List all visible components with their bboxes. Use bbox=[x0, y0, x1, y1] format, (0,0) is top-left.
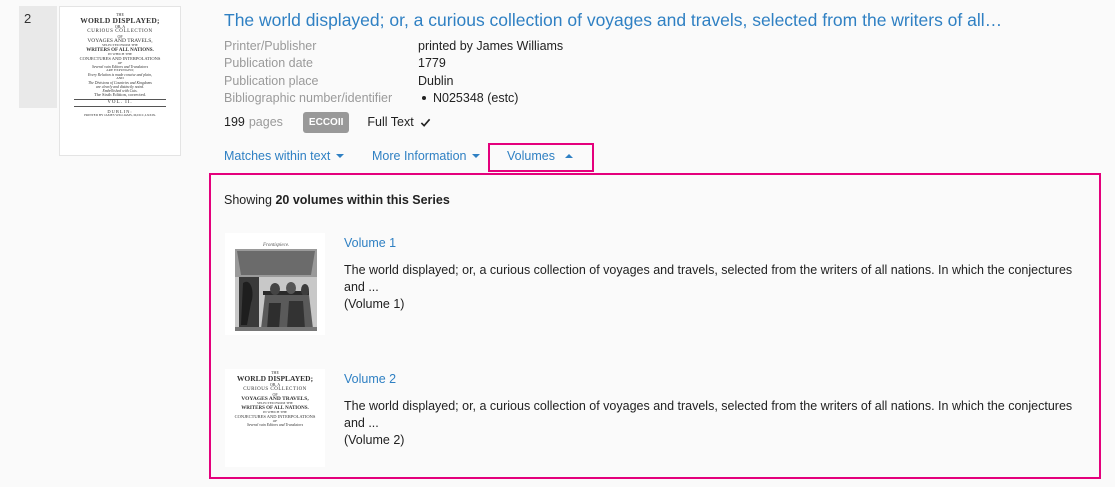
result-number: 2 bbox=[19, 6, 57, 108]
thumb-divider bbox=[74, 105, 166, 107]
thumb-line: PRINTED BY JAMES WILLIAMS, M,DCC,LXXIX. bbox=[84, 113, 156, 118]
meta-value: N025348 (estc) bbox=[418, 91, 518, 105]
volume-1-thumbnail[interactable]: Frontispiece. bbox=[225, 233, 325, 335]
checkmark-icon bbox=[420, 118, 430, 127]
tab-matches-within-text[interactable]: Matches within text bbox=[224, 146, 345, 166]
tab-more-information[interactable]: More Information bbox=[372, 146, 481, 166]
volume-2-thumbnail[interactable]: THE WORLD DISPLAYED; OR, A CURIOUS COLLE… bbox=[225, 369, 325, 467]
volume-2-description: The world displayed; or, a curious colle… bbox=[344, 398, 1094, 449]
result-thumbnail[interactable]: THE WORLD DISPLAYED; OR, A CURIOUS COLLE… bbox=[59, 6, 181, 156]
volume-subtitle: (Volume 1) bbox=[344, 297, 405, 311]
result-tabs: Matches within text More Information Vol… bbox=[0, 143, 1115, 174]
tab-label: Volumes bbox=[507, 149, 555, 163]
frontispiece-caption: Frontispiece. bbox=[262, 243, 289, 248]
meta-value: printed by James Williams bbox=[418, 38, 564, 53]
frontispiece-image: Frontispiece. bbox=[225, 233, 325, 335]
volume-description-text: The world displayed; or, a curious colle… bbox=[344, 263, 1073, 294]
caret-down-icon bbox=[472, 154, 481, 158]
meta-value: 1779 bbox=[418, 56, 446, 71]
caret-down-icon bbox=[336, 154, 345, 158]
result-title-link[interactable]: The world displayed; or, a curious colle… bbox=[224, 10, 1002, 31]
volume-2-link[interactable]: Volume 2 bbox=[344, 372, 396, 386]
stats-row: 199 pages ECCOII Full Text bbox=[224, 111, 431, 133]
tab-volumes[interactable]: Volumes bbox=[507, 146, 573, 166]
page-count: 199 bbox=[224, 115, 245, 129]
full-text-label: Full Text bbox=[367, 115, 414, 129]
meta-value: Dublin bbox=[418, 73, 454, 88]
volumes-count-text: Showing 20 volumes within this Series bbox=[224, 193, 450, 207]
volumes-panel: Showing 20 volumes within this Series Fr… bbox=[209, 173, 1101, 479]
volume-subtitle: (Volume 2) bbox=[344, 433, 405, 447]
showing-prefix: Showing bbox=[224, 193, 272, 207]
meta-label: Printer/Publisher bbox=[224, 38, 317, 53]
identifier-text: N025348 (estc) bbox=[433, 91, 519, 106]
caret-up-icon bbox=[564, 154, 573, 158]
meta-row-identifier: Bibliographic number/identifier N025348 … bbox=[224, 90, 563, 108]
meta-label: Bibliographic number/identifier bbox=[224, 91, 393, 106]
volume-description-text: The world displayed; or, a curious colle… bbox=[344, 399, 1073, 430]
meta-label: Publication date bbox=[224, 56, 313, 71]
metadata-list: Printer/Publisher printed by James Willi… bbox=[224, 37, 563, 107]
result-number-text: 2 bbox=[24, 11, 32, 26]
tab-label: More Information bbox=[372, 149, 467, 163]
volume-1-description: The world displayed; or, a curious colle… bbox=[344, 262, 1094, 313]
meta-row-date: Publication date 1779 bbox=[224, 55, 563, 73]
thumb-line: The Sixth Edition, corrected. bbox=[93, 91, 147, 97]
meta-label: Publication place bbox=[224, 73, 319, 88]
volume-1-link[interactable]: Volume 1 bbox=[344, 236, 396, 250]
tab-label: Matches within text bbox=[224, 149, 331, 163]
page-count-label: pages bbox=[248, 115, 283, 129]
collection-badge: ECCOII bbox=[302, 111, 350, 133]
thumb-line: Several vain Editors and Translators bbox=[246, 423, 304, 428]
meta-row-place: Publication place Dublin bbox=[224, 72, 563, 90]
showing-count: 20 volumes within this Series bbox=[275, 193, 450, 207]
bullet-icon bbox=[422, 95, 426, 100]
meta-row-publisher: Printer/Publisher printed by James Willi… bbox=[224, 37, 563, 55]
